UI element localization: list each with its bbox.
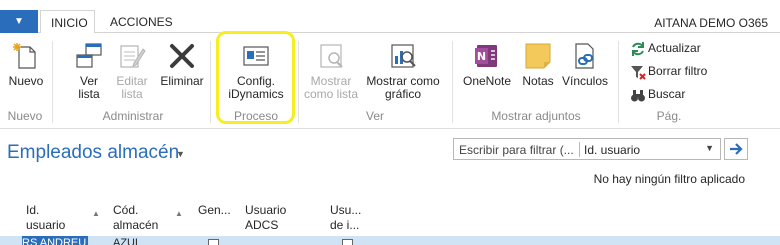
filter-field-select[interactable]: Id. usuario xyxy=(584,143,640,157)
ribbon-group-administrar: Ver lista Editar lista Eliminar Administ… xyxy=(58,33,208,129)
eliminar-label: Eliminar xyxy=(160,74,204,88)
notas-button[interactable]: Notas xyxy=(518,41,558,88)
mostrar-como-grafico-button[interactable]: Mostrar como gráfico xyxy=(362,41,444,101)
highlight-annotation xyxy=(216,31,295,124)
chart-view-icon xyxy=(391,44,416,68)
nuevo-button[interactable]: Nuevo xyxy=(8,41,44,88)
new-document-icon xyxy=(13,43,36,69)
cell-cod-almacen[interactable]: AZUL xyxy=(113,236,141,245)
ribbon-separator xyxy=(52,41,53,123)
onenote-button[interactable]: N OneNote xyxy=(460,41,514,88)
group-title-nuevo: Nuevo xyxy=(7,109,43,123)
column-header-label: Cód. xyxy=(113,203,139,217)
group-title-ver: Ver xyxy=(365,109,384,123)
mostrar-lista-label-1: Mostrar xyxy=(310,74,352,88)
notas-label: Notas xyxy=(522,74,554,88)
chevron-down-icon[interactable]: ▼ xyxy=(176,149,185,159)
ribbon-separator xyxy=(452,41,453,123)
editar-lista-label-1: Editar xyxy=(116,74,148,88)
link-icon xyxy=(575,43,594,69)
column-header-id-usuario[interactable]: Id. usuario xyxy=(26,203,65,233)
group-title-administrar: Administrar xyxy=(102,109,164,123)
column-header-label: usuario xyxy=(26,218,66,232)
mostrar-grafico-label-2: gráfico xyxy=(384,87,422,101)
column-header-label: Usuario xyxy=(245,203,287,217)
vinculos-button[interactable]: Vínculos xyxy=(560,41,610,88)
editar-lista-button[interactable]: Editar lista xyxy=(113,41,151,101)
ribbon-separator xyxy=(210,41,211,123)
ribbon-group-adjuntos: N OneNote Notas Vínculos Mostrar adjunto… xyxy=(456,33,616,129)
column-header-label: de i... xyxy=(330,218,360,232)
clear-filter-icon xyxy=(631,65,646,80)
column-header-label: ADCS xyxy=(245,218,279,232)
chevron-down-icon[interactable]: ▼ xyxy=(705,143,714,153)
mostrar-como-lista-button[interactable]: Mostrar como lista xyxy=(300,41,362,101)
arrow-right-icon xyxy=(730,143,743,155)
column-header-gen[interactable]: Gen... xyxy=(198,203,231,218)
ver-lista-label-1: Ver xyxy=(79,74,98,88)
row-checkbox[interactable] xyxy=(342,239,353,245)
view-list-icon xyxy=(76,43,102,68)
borrar-filtro-button[interactable]: Borrar filtro xyxy=(630,61,707,81)
buscar-label: Buscar xyxy=(648,87,686,101)
sort-asc-icon[interactable]: ▲ xyxy=(175,209,183,218)
mostrar-lista-label-2: como lista xyxy=(303,87,359,101)
eliminar-button[interactable]: Eliminar xyxy=(157,41,207,88)
filter-status: No hay ningún filtro aplicado xyxy=(593,172,745,186)
onenote-icon: N xyxy=(475,45,497,67)
apply-filter-button[interactable] xyxy=(724,138,748,160)
binoculars-icon xyxy=(631,89,645,102)
ribbon-group-ver: Mostrar como lista Mostrar como gráfico … xyxy=(300,33,450,129)
application-menu-button[interactable]: ▼ xyxy=(0,10,38,33)
refresh-icon xyxy=(632,41,644,56)
edit-list-icon xyxy=(120,45,146,68)
list-view-icon xyxy=(320,44,343,68)
svg-text:N: N xyxy=(477,50,486,63)
sticky-note-icon xyxy=(525,43,551,69)
ribbon-tab-strip: ▼ INICIO ACCIONES AITANA DEMO O365 xyxy=(0,0,780,34)
delete-x-icon xyxy=(170,44,194,68)
tab-inicio[interactable]: INICIO xyxy=(40,10,95,34)
actualizar-button[interactable]: Actualizar xyxy=(630,38,701,58)
column-header-cod-almacen[interactable]: Cód. almacén xyxy=(113,203,158,233)
sort-asc-icon[interactable]: ▲ xyxy=(92,209,100,218)
mostrar-grafico-label-1: Mostrar como xyxy=(366,74,440,88)
chevron-down-icon: ▼ xyxy=(14,16,24,27)
ribbon-group-nuevo: Nuevo Nuevo xyxy=(0,33,50,129)
company-name[interactable]: AITANA DEMO O365 xyxy=(654,16,768,30)
ribbon-group-pag: Actualizar Borrar filtro Buscar Pág. xyxy=(624,33,734,129)
buscar-button[interactable]: Buscar xyxy=(630,84,685,104)
column-header-label: almacén xyxy=(113,218,159,232)
column-header-label: Id. xyxy=(26,203,40,217)
ribbon-separator xyxy=(618,41,619,123)
ribbon-separator xyxy=(298,41,299,123)
tab-acciones[interactable]: ACCIONES xyxy=(100,10,183,34)
column-header-label: Usu... xyxy=(330,203,362,217)
ver-lista-button[interactable]: Ver lista xyxy=(72,41,106,101)
filter-divider xyxy=(579,142,580,157)
filter-input[interactable]: Escribir para filtrar (... Id. usuario ▼ xyxy=(453,138,721,160)
filter-placeholder: Escribir para filtrar (... xyxy=(459,143,574,157)
group-title-pag: Pág. xyxy=(656,109,682,123)
row-checkbox[interactable] xyxy=(208,239,219,245)
vinculos-label: Vínculos xyxy=(561,74,609,88)
ribbon: Nuevo Nuevo Ver lista Editar lista Elimi… xyxy=(0,33,780,129)
cell-id-usuario[interactable]: RS ANDREU xyxy=(22,236,88,245)
column-header-usuario-adcs[interactable]: Usuario ADCS xyxy=(245,203,286,233)
onenote-label: OneNote xyxy=(462,74,512,88)
actualizar-label: Actualizar xyxy=(648,41,701,55)
editar-lista-label-2: lista xyxy=(121,87,143,101)
page-title[interactable]: Empleados almacén xyxy=(7,142,179,164)
borrar-filtro-label: Borrar filtro xyxy=(648,64,708,78)
group-title-adjuntos: Mostrar adjuntos xyxy=(491,109,581,123)
nuevo-label: Nuevo xyxy=(8,74,44,88)
column-header-usu-de-i[interactable]: Usu... de i... xyxy=(330,203,361,233)
ver-lista-label-2: lista xyxy=(78,87,100,101)
